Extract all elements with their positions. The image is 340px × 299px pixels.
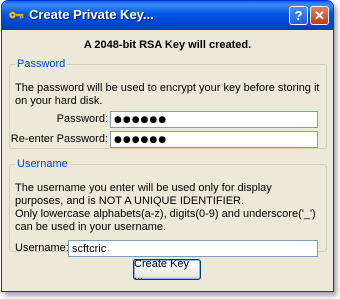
password-description: The password will be used to encrypt you… (15, 82, 320, 107)
reenter-password-label: Re-enter Password: (10, 133, 108, 145)
username-label: Username: (15, 242, 69, 254)
key-info-heading: A 2048-bit RSA Key will created. (83, 39, 252, 51)
create-private-key-dialog: Create Private Key... ? ✕ A 2048-bit RSA… (1, 0, 334, 292)
username-group: Username The username you enter will be … (9, 158, 327, 257)
password-group-legend: Password (17, 58, 66, 70)
password-field[interactable]: ●●●●●● (110, 111, 318, 128)
username-description: The username you enter will be used only… (15, 182, 272, 207)
username-group-legend: Username (17, 158, 68, 170)
password-label: Password: (56, 113, 108, 125)
title-bar[interactable]: Create Private Key... ? ✕ (2, 1, 333, 30)
create-key-button[interactable]: Create Key ... (133, 258, 201, 282)
username-rules: Only lowercase alphabets(a-z), digits(0-… (15, 208, 316, 233)
reenter-password-field[interactable]: ●●●●●● (110, 131, 318, 148)
window-title: Create Private Key... (29, 7, 154, 22)
help-button[interactable]: ? (289, 6, 308, 25)
username-field[interactable]: scftcric (68, 240, 318, 257)
close-button[interactable]: ✕ (310, 6, 329, 25)
password-group: Password The password will be used to en… (9, 58, 327, 149)
key-icon (8, 8, 24, 22)
